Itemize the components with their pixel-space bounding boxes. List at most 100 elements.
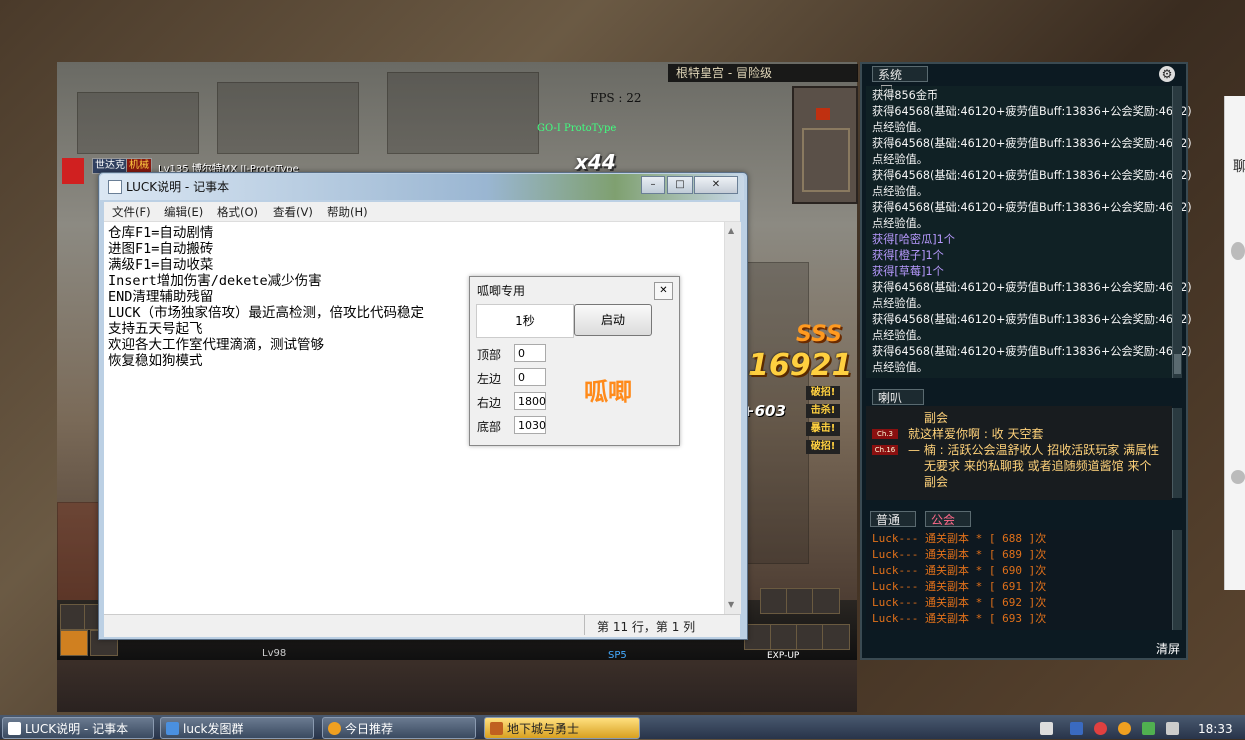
top-input[interactable]: 0 [514,344,546,362]
menu-view[interactable]: 查看(V) [273,204,313,220]
keyboard-icon[interactable] [1040,722,1053,735]
tray-app-icon[interactable] [1070,722,1083,735]
text-line: END清理辅助残留 [108,289,214,305]
party-log-line: Luck--- 通关副本 * [ 688 ]次 [872,532,1047,545]
taskbar-label: luck发图群 [183,722,244,736]
avatar [1231,242,1245,260]
bonus-points: +603 [742,402,786,420]
taskbar-item-notepad[interactable]: LUCK说明 - 记事本 [2,717,154,739]
scroll-thumb[interactable] [1174,354,1181,374]
system-log-line: 点经验值。 [872,297,928,310]
close-button[interactable]: ✕ [694,176,738,194]
settings-icon[interactable] [822,624,850,650]
browser-tray-icon[interactable] [1118,722,1131,735]
avatar [1231,470,1245,484]
system-log-line: 获得64568(基础:46120+疲劳值Buff:13836+公会奖励:4612… [872,281,1192,294]
maximize-button[interactable]: □ [667,176,693,194]
boss-room-icon [816,108,830,120]
background-window-edge[interactable]: 聊 [1224,96,1245,590]
left-input[interactable]: 0 [514,368,546,386]
text-line: LUCK（市场独家倍攻）最近高检测，倍攻比代码稳定 [108,305,425,321]
qq-icon[interactable] [1094,722,1107,735]
system-log-line: 获得[哈密瓜]1个 [872,233,955,246]
party-log-line: Luck--- 通关副本 * [ 691 ]次 [872,580,1047,593]
broadcast-line: 就这样爱你啊 : 收 天空套 [908,427,1044,441]
taskbar-item-chat[interactable]: luck发图群 [160,717,314,739]
quest-icon[interactable] [760,588,788,614]
tab-normal[interactable]: 普通+ [870,511,916,541]
combo-badge: 暴击! [806,422,840,436]
minimap[interactable] [792,86,858,204]
clock: 18:33 [1198,722,1233,736]
clear-screen-button[interactable]: 清屏 [1156,640,1180,657]
broadcast-scrollbar[interactable] [1172,408,1182,498]
minimap-rooms [802,128,850,192]
status-divider [584,615,585,635]
community-icon[interactable] [812,588,840,614]
text-line: 欢迎各大工作室代理滴滴，测试管够 [108,337,324,353]
combo-badge: 击杀! [806,404,840,418]
taskbar-item-game[interactable]: 地下城与勇士 [484,717,640,739]
system-log-line: 点经验值。 [872,153,928,166]
hp-orb [60,630,88,656]
party-log-line: Luck--- 通关副本 * [ 693 ]次 [872,612,1047,625]
inventory-icon[interactable] [744,624,772,650]
system-log-line: 点经验值。 [872,329,928,342]
browser-icon [328,722,341,735]
dialog-title: 呱唧专用 [477,284,526,298]
volume-icon[interactable] [1166,722,1179,735]
combo-counter: x44 [575,150,616,174]
system-log-scrollbar[interactable] [1172,86,1182,378]
party-log-line: Luck--- 通关副本 * [ 689 ]次 [872,548,1047,561]
dialog-close-button[interactable]: ✕ [654,282,673,300]
sp-counter: SP5 [608,650,627,661]
menu-help[interactable]: 帮助(H) [327,204,368,220]
scroll-up-icon[interactable]: ▲ [728,226,734,235]
field-label-left: 左边 [477,372,502,386]
interval-field[interactable]: 1秒 [476,304,574,338]
gear-icon[interactable]: ⚙ [1159,66,1175,82]
tab-broadcast[interactable]: 喇叭 [872,389,924,405]
network-icon[interactable] [1142,722,1155,735]
minimize-button[interactable]: – [641,176,665,194]
dungeon-title: 根特皇宫 - 冒险级 [668,64,858,82]
character-portrait[interactable] [62,158,84,184]
menu-file[interactable]: 文件(F) [112,204,151,220]
fps-counter: FPS : 22 [590,91,642,105]
score-counter: 16921 [748,348,853,383]
system-log-line: 获得64568(基础:46120+疲劳值Buff:13836+公会奖励:4612… [872,313,1192,326]
notepad-scrollbar[interactable]: ▲ ▼ [724,222,741,614]
party-log-scrollbar[interactable] [1172,530,1182,630]
right-input[interactable]: 1800 [514,392,546,410]
bottom-input[interactable]: 1030 [514,416,546,434]
text-line: 支持五天号起飞 [108,321,203,337]
tab-system[interactable]: 系统+ [872,66,928,96]
mail-icon[interactable] [786,588,814,614]
broadcast-line: 无要求 来的私聊我 或者追随频道酱馆 来个 [924,459,1152,473]
scroll-down-icon[interactable]: ▼ [728,600,734,609]
system-log-line: 点经验值。 [872,217,928,230]
system-log-line: 获得64568(基础:46120+疲劳值Buff:13836+公会奖励:4612… [872,105,1192,118]
tab-guild[interactable]: 公会+ [925,511,971,541]
field-label-bottom: 底部 [477,420,502,434]
game-icon [490,722,503,735]
character-icon[interactable] [770,624,798,650]
skill-tree-icon[interactable] [796,624,824,650]
notepad-app-icon [108,180,122,194]
taskbar-label: 今日推荐 [345,722,394,736]
system-log-line: 点经验值。 [872,361,928,374]
tab-normal-label: 普通 [876,513,901,527]
text-line: Insert增加伤害/dekete减少伤害 [108,273,322,289]
broadcast-line: 副会 [924,411,949,425]
menu-edit[interactable]: 编辑(E) [164,204,203,220]
system-log-line: 获得[橙子]1个 [872,249,944,262]
tab-guild-label: 公会 [931,513,956,527]
cursor-position: 第 11 行，第 1 列 [597,620,696,634]
channel-tag: Ch.3 [872,429,898,439]
menu-format[interactable]: 格式(O) [217,204,258,220]
party-log-line: Luck--- 通关副本 * [ 690 ]次 [872,564,1047,577]
start-button[interactable]: 启动 [574,304,652,336]
system-log-line: 点经验值。 [872,185,928,198]
taskbar-item-browser[interactable]: 今日推荐 [322,717,476,739]
field-label-right: 右边 [477,396,502,410]
